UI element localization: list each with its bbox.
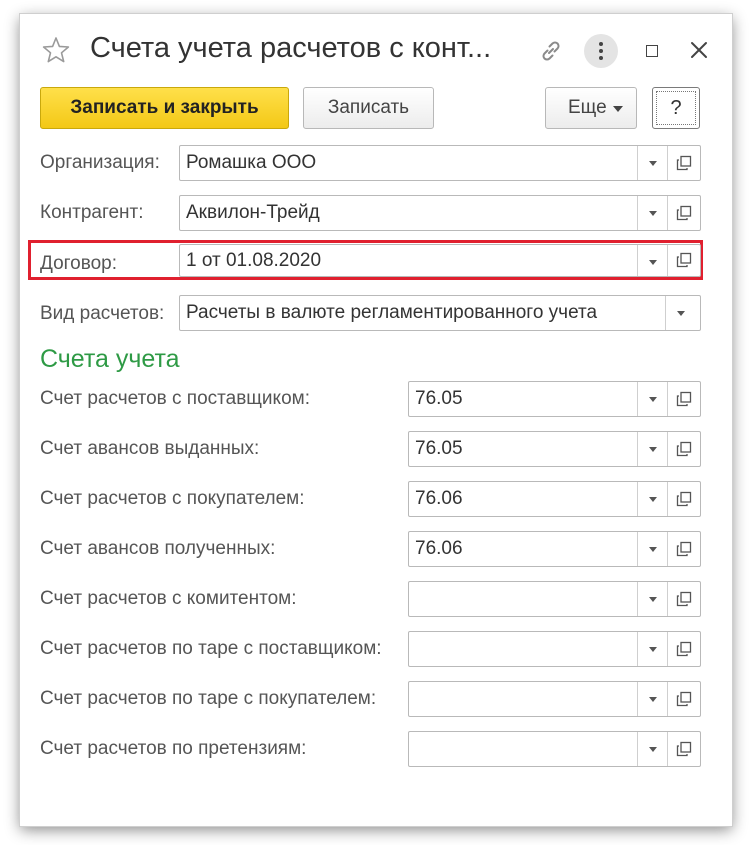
open-icon bbox=[676, 591, 692, 607]
settlement-type-field[interactable]: Расчеты в валюте регламентированного уче… bbox=[179, 295, 701, 331]
save-and-close-button[interactable]: Записать и закрыть bbox=[40, 87, 289, 129]
open-icon bbox=[676, 741, 692, 757]
account-row-label: Счет расчетов с комитентом: bbox=[40, 588, 297, 609]
open-icon bbox=[676, 541, 692, 557]
counterparty-dropdown-button[interactable] bbox=[637, 196, 668, 230]
contract-label: Договор: bbox=[40, 253, 118, 274]
account-value: 76.06 bbox=[415, 538, 463, 559]
account-value: 76.05 bbox=[415, 388, 463, 409]
contract-dropdown-button[interactable] bbox=[637, 245, 668, 276]
settlement-type-value: Расчеты в валюте регламентированного уче… bbox=[186, 302, 598, 323]
contract-field[interactable]: 1 от 01.08.2020 bbox=[179, 244, 701, 277]
section-title-accounts: Счета учета bbox=[40, 345, 180, 373]
account-open-button[interactable] bbox=[667, 682, 700, 716]
window-title: Счета учета расчетов с конт... bbox=[90, 32, 492, 64]
settlement-type-dropdown-button[interactable] bbox=[665, 296, 700, 330]
account-value: 76.05 bbox=[415, 438, 463, 459]
account-open-button[interactable] bbox=[667, 432, 700, 466]
close-icon[interactable] bbox=[688, 39, 710, 61]
counterparty-field[interactable]: Аквилон-Трейд bbox=[179, 195, 701, 231]
organization-field[interactable]: Ромашка ООО bbox=[179, 145, 701, 181]
settlement-type-label: Вид расчетов: bbox=[40, 303, 165, 324]
organization-open-button[interactable] bbox=[667, 146, 700, 180]
account-dropdown-button[interactable] bbox=[637, 432, 668, 466]
account-field[interactable]: 76.05 bbox=[408, 381, 701, 417]
account-row-label: Счет расчетов с покупателем: bbox=[40, 488, 305, 509]
account-open-button[interactable] bbox=[667, 632, 700, 666]
contract-open-button[interactable] bbox=[667, 245, 700, 276]
account-field[interactable]: 76.05 bbox=[408, 431, 701, 467]
account-dropdown-button[interactable] bbox=[637, 532, 668, 566]
account-field[interactable] bbox=[408, 631, 701, 667]
account-open-button[interactable] bbox=[667, 482, 700, 516]
account-value: 76.06 bbox=[415, 488, 463, 509]
contract-value: 1 от 01.08.2020 bbox=[186, 250, 322, 271]
counterparty-open-button[interactable] bbox=[667, 196, 700, 230]
account-dropdown-button[interactable] bbox=[637, 682, 668, 716]
save-button[interactable]: Записать bbox=[303, 87, 434, 129]
open-icon bbox=[676, 491, 692, 507]
account-field[interactable] bbox=[408, 681, 701, 717]
open-icon bbox=[676, 205, 692, 221]
account-open-button[interactable] bbox=[667, 382, 700, 416]
more-actions-icon[interactable] bbox=[584, 34, 618, 68]
account-row-label: Счет авансов выданных: bbox=[40, 438, 260, 459]
account-row-label: Счет расчетов с поставщиком: bbox=[40, 388, 310, 409]
open-icon bbox=[676, 252, 692, 268]
counterparty-label: Контрагент: bbox=[40, 202, 144, 223]
title-bar: Счета учета расчетов с конт... bbox=[20, 14, 732, 86]
maximize-icon[interactable] bbox=[646, 45, 658, 57]
open-icon bbox=[676, 441, 692, 457]
account-row-label: Счет авансов полученных: bbox=[40, 538, 276, 559]
organization-value: Ромашка ООО bbox=[186, 152, 317, 173]
account-dropdown-button[interactable] bbox=[637, 582, 668, 616]
help-button[interactable]: ? bbox=[652, 87, 700, 129]
more-menu-label: Еще bbox=[568, 97, 607, 118]
open-icon bbox=[676, 641, 692, 657]
organization-label: Организация: bbox=[40, 152, 160, 173]
form-window: Счета учета расчетов с конт... Записать … bbox=[20, 14, 732, 826]
account-row-label: Счет расчетов по таре с покупателем: bbox=[40, 688, 377, 709]
account-dropdown-button[interactable] bbox=[637, 632, 668, 666]
star-icon[interactable] bbox=[42, 36, 70, 64]
account-row-label: Счет расчетов по претензиям: bbox=[40, 738, 307, 759]
account-row-label: Счет расчетов по таре с поставщиком: bbox=[40, 638, 382, 659]
account-open-button[interactable] bbox=[667, 532, 700, 566]
open-icon bbox=[676, 155, 692, 171]
account-dropdown-button[interactable] bbox=[637, 382, 668, 416]
open-icon bbox=[676, 691, 692, 707]
chevron-down-icon bbox=[613, 106, 623, 112]
open-icon bbox=[676, 391, 692, 407]
link-icon[interactable] bbox=[538, 38, 564, 64]
account-open-button[interactable] bbox=[667, 732, 700, 766]
organization-dropdown-button[interactable] bbox=[637, 146, 668, 180]
account-field[interactable] bbox=[408, 731, 701, 767]
counterparty-value: Аквилон-Трейд bbox=[186, 202, 320, 223]
account-dropdown-button[interactable] bbox=[637, 732, 668, 766]
account-field[interactable] bbox=[408, 581, 701, 617]
account-open-button[interactable] bbox=[667, 582, 700, 616]
more-menu-button[interactable]: Еще bbox=[545, 87, 637, 129]
account-field[interactable]: 76.06 bbox=[408, 481, 701, 517]
account-dropdown-button[interactable] bbox=[637, 482, 668, 516]
account-field[interactable]: 76.06 bbox=[408, 531, 701, 567]
